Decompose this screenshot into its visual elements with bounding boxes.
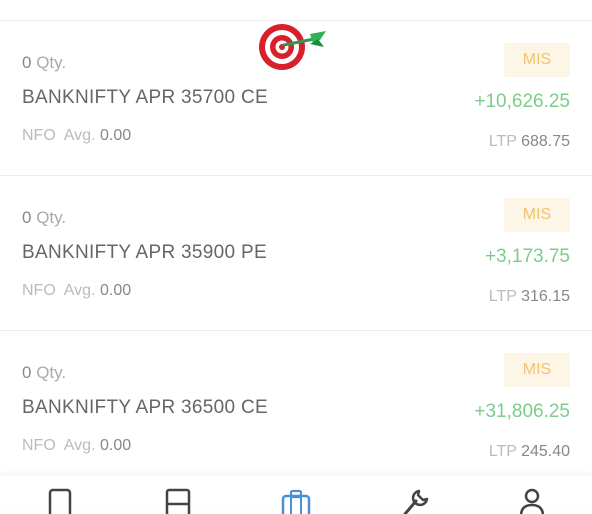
avg-price: 0.00 bbox=[99, 437, 132, 454]
product-badge: MIS bbox=[504, 198, 570, 232]
product-badge: MIS bbox=[504, 353, 570, 387]
position-symbol: BANKNIFTY APR 36500 CE bbox=[22, 397, 268, 418]
position-qty: 0 Qty. bbox=[22, 53, 67, 72]
position-symbol: BANKNIFTY APR 35900 PE bbox=[22, 242, 267, 263]
position-meta: NFO Avg. 0.00 bbox=[22, 127, 132, 144]
portfolio-icon[interactable] bbox=[281, 488, 311, 514]
position-meta: NFO Avg. 0.00 bbox=[22, 437, 132, 454]
position-pnl: +10,626.25 bbox=[474, 91, 570, 112]
position-qty: 0 Qty. bbox=[22, 208, 67, 227]
position-ltp: LTP 245.40 bbox=[488, 443, 570, 460]
orders-icon[interactable] bbox=[163, 488, 193, 514]
position-symbol: BANKNIFTY APR 35700 CE bbox=[22, 87, 268, 108]
position-pnl: +31,806.25 bbox=[474, 401, 570, 422]
exchange-label: NFO bbox=[22, 437, 56, 454]
position-row[interactable]: 0 Qty. BANKNIFTY APR 36500 CE NFO Avg. 0.… bbox=[0, 331, 592, 485]
avg-price: 0.00 bbox=[99, 127, 132, 144]
target-dart-icon bbox=[259, 24, 326, 70]
position-pnl: +3,173.75 bbox=[484, 246, 570, 267]
watchlist-icon[interactable] bbox=[45, 488, 75, 514]
product-badge: MIS bbox=[504, 43, 570, 77]
position-ltp: LTP 316.15 bbox=[488, 288, 570, 305]
tools-icon[interactable] bbox=[400, 488, 430, 514]
position-ltp: LTP 688.75 bbox=[488, 133, 570, 150]
avg-price: 0.00 bbox=[99, 282, 132, 299]
bottom-nav bbox=[0, 476, 592, 514]
exchange-label: NFO bbox=[22, 282, 56, 299]
position-row[interactable]: 0 Qty. BANKNIFTY APR 35900 PE NFO Avg. 0.… bbox=[0, 176, 592, 331]
profile-icon[interactable] bbox=[517, 488, 547, 514]
position-meta: NFO Avg. 0.00 bbox=[22, 282, 132, 299]
exchange-label: NFO bbox=[22, 127, 56, 144]
position-qty: 0 Qty. bbox=[22, 363, 67, 382]
